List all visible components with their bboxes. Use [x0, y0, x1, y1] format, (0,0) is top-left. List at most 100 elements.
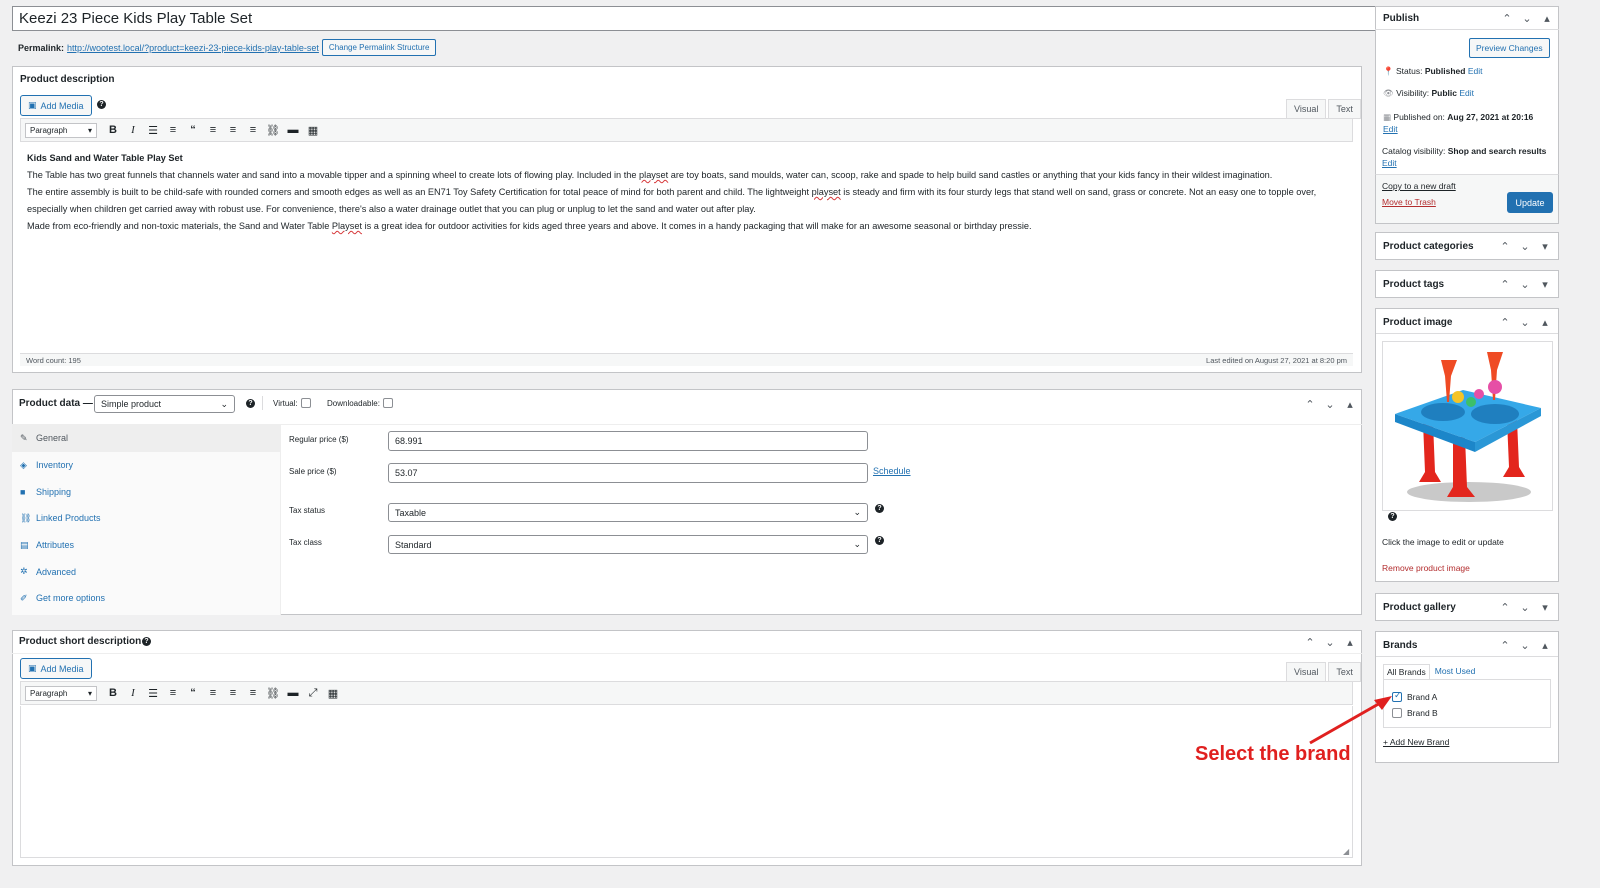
move-down-icon[interactable]: ⌄ [1520, 278, 1530, 291]
align-left-icon[interactable]: ≡ [203, 124, 223, 136]
collapse-icon[interactable]: ▴ [1345, 398, 1355, 411]
preview-changes-button[interactable]: Preview Changes [1469, 38, 1550, 58]
align-right-icon[interactable]: ≡ [243, 687, 263, 699]
tab-advanced[interactable]: ✲ Advanced [12, 558, 280, 585]
numbered-list-icon[interactable]: ≡ [163, 124, 183, 136]
short-tab-visual[interactable]: Visual [1286, 662, 1327, 682]
toolbar-toggle-icon[interactable]: ▦ [303, 124, 323, 137]
regular-price-input[interactable] [388, 431, 868, 451]
move-up-icon[interactable]: ⌃ [1500, 240, 1510, 253]
move-down-icon[interactable]: ⌄ [1520, 601, 1530, 614]
align-center-icon[interactable]: ≡ [223, 687, 243, 699]
numbered-list-icon[interactable]: ≡ [163, 687, 183, 699]
expand-icon[interactable]: ▾ [1540, 278, 1550, 291]
tab-attributes[interactable]: ▤ Attributes [12, 532, 280, 559]
catalog-edit-link[interactable]: Edit [1382, 158, 1397, 168]
permalink-label: Permalink: [18, 42, 65, 53]
collapse-icon[interactable]: ▴ [1540, 639, 1550, 652]
move-up-icon[interactable]: ⌃ [1500, 316, 1510, 329]
bold-icon[interactable]: B [103, 687, 123, 699]
product-type-select[interactable]: Simple product ⌄ [94, 395, 235, 413]
short-tab-text[interactable]: Text [1328, 662, 1361, 682]
toolbar-toggle-icon[interactable]: ▦ [323, 687, 343, 700]
move-down-icon[interactable]: ⌄ [1325, 398, 1335, 411]
tab-all-brands[interactable]: All Brands [1383, 664, 1430, 679]
sale-price-input[interactable] [388, 463, 868, 483]
short-add-media-button[interactable]: ▣ Add Media [20, 658, 92, 679]
permalink-link[interactable]: http://wootest.local/?product=keezi-23-p… [67, 43, 319, 53]
tab-visual[interactable]: Visual [1286, 99, 1327, 119]
expand-icon[interactable]: ▾ [1540, 240, 1550, 253]
remove-product-image-link[interactable]: Remove product image [1382, 563, 1470, 573]
move-down-icon[interactable]: ⌄ [1522, 12, 1532, 25]
tab-linked-products[interactable]: ⛓ Linked Products [12, 505, 280, 532]
resize-handle-icon[interactable]: ◢ [1343, 847, 1349, 856]
schedule-link[interactable]: Schedule [873, 466, 911, 476]
help-icon[interactable]: ? [97, 100, 106, 109]
virtual-checkbox[interactable] [300, 398, 311, 408]
tab-inventory[interactable]: ◈ Inventory [12, 452, 280, 479]
blockquote-icon[interactable]: “ [183, 124, 203, 136]
link-icon: ⛓ [20, 512, 32, 523]
bullet-list-icon[interactable]: ☰ [143, 687, 163, 700]
short-description-editor[interactable] [20, 706, 1353, 858]
bold-icon[interactable]: B [103, 124, 123, 136]
status-edit-link[interactable]: Edit [1468, 66, 1483, 76]
collapse-icon[interactable]: ▴ [1540, 316, 1550, 329]
move-up-icon[interactable]: ⌃ [1502, 12, 1512, 25]
product-gallery-box[interactable]: Product gallery ⌃ ⌄ ▾ [1375, 593, 1559, 621]
tax-class-help-icon[interactable]: ? [875, 536, 884, 545]
copy-to-draft-link[interactable]: Copy to a new draft [1382, 181, 1456, 191]
tax-class-select[interactable]: Standard ⌄ [388, 535, 868, 554]
expand-icon[interactable]: ▾ [1540, 601, 1550, 614]
move-up-icon[interactable]: ⌃ [1500, 639, 1510, 652]
move-down-icon[interactable]: ⌄ [1520, 240, 1530, 253]
collapse-icon[interactable]: ▴ [1345, 636, 1355, 649]
move-down-icon[interactable]: ⌄ [1520, 639, 1530, 652]
tab-get-more-options[interactable]: ✐ Get more options [12, 585, 280, 612]
tab-text[interactable]: Text [1328, 99, 1361, 119]
move-down-icon[interactable]: ⌄ [1520, 316, 1530, 329]
read-more-icon[interactable]: ▬ [283, 687, 303, 699]
annotation-arrow [1309, 696, 1392, 745]
product-tags-box[interactable]: Product tags ⌃ ⌄ ▾ [1375, 270, 1559, 298]
product-categories-box[interactable]: Product categories ⌃ ⌄ ▾ [1375, 232, 1559, 260]
tab-shipping[interactable]: ■ Shipping [12, 478, 280, 505]
italic-icon[interactable]: I [123, 124, 143, 136]
tab-most-used[interactable]: Most Used [1430, 664, 1481, 679]
fullscreen-icon[interactable]: ⤢ [303, 687, 323, 700]
blockquote-icon[interactable]: “ [183, 687, 203, 699]
move-to-trash-link[interactable]: Move to Trash [1382, 197, 1436, 207]
update-button[interactable]: Update [1507, 192, 1553, 213]
tax-status-help-icon[interactable]: ? [875, 504, 884, 513]
move-up-icon[interactable]: ⌃ [1305, 398, 1315, 411]
link-icon[interactable]: ⛓ [263, 124, 283, 137]
move-up-icon[interactable]: ⌃ [1500, 278, 1510, 291]
italic-icon[interactable]: I [123, 687, 143, 699]
tax-status-select[interactable]: Taxable ⌄ [388, 503, 868, 522]
change-permalink-button[interactable]: Change Permalink Structure [321, 39, 437, 56]
tab-general[interactable]: ✎ General [12, 425, 280, 452]
product-type-help-icon[interactable]: ? [246, 399, 255, 408]
downloadable-checkbox[interactable] [382, 398, 393, 408]
move-down-icon[interactable]: ⌄ [1325, 636, 1335, 649]
add-media-button[interactable]: ▣ Add Media [20, 95, 92, 116]
read-more-icon[interactable]: ▬ [283, 124, 303, 136]
product-title-input[interactable] [12, 6, 1389, 31]
collapse-icon[interactable]: ▴ [1542, 12, 1552, 25]
move-up-icon[interactable]: ⌃ [1500, 601, 1510, 614]
align-right-icon[interactable]: ≡ [243, 124, 263, 136]
published-edit-link[interactable]: Edit [1383, 124, 1398, 134]
link-icon[interactable]: ⛓ [263, 687, 283, 700]
visibility-edit-link[interactable]: Edit [1459, 88, 1474, 98]
short-description-help-icon[interactable]: ? [142, 637, 151, 646]
short-format-select[interactable]: Paragraph ▾ [25, 685, 97, 701]
product-image[interactable] [1382, 341, 1553, 511]
image-help-icon[interactable]: ? [1388, 512, 1397, 521]
align-left-icon[interactable]: ≡ [203, 687, 223, 699]
move-up-icon[interactable]: ⌃ [1305, 636, 1315, 649]
description-editor-content[interactable]: Kids Sand and Water Table Play Set The T… [27, 150, 1349, 235]
format-select[interactable]: Paragraph ▾ [25, 122, 97, 138]
bullet-list-icon[interactable]: ☰ [143, 124, 163, 137]
align-center-icon[interactable]: ≡ [223, 124, 243, 136]
